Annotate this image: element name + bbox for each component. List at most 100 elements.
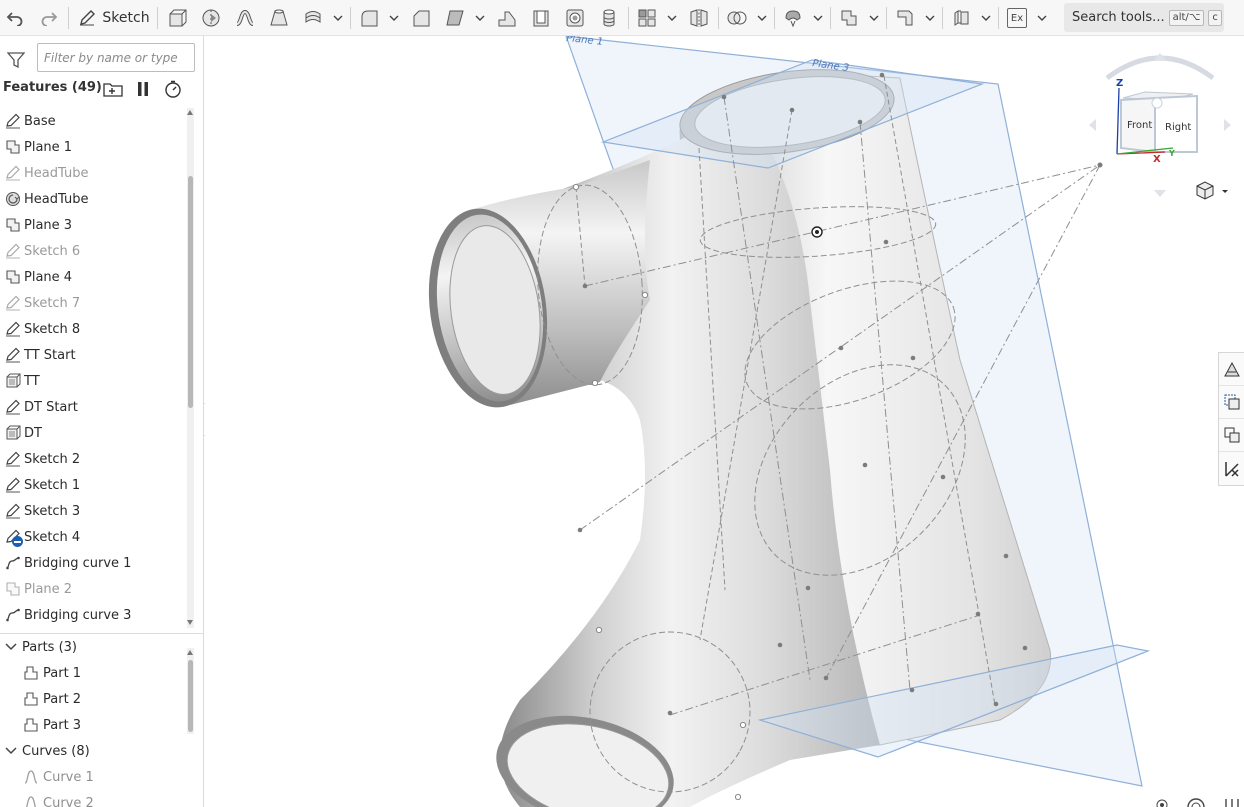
redo-button[interactable] bbox=[38, 6, 60, 30]
dropdown-caret[interactable] bbox=[332, 6, 344, 30]
section-view-button[interactable] bbox=[1219, 386, 1244, 419]
list-item[interactable]: Part 3 bbox=[0, 712, 186, 738]
cylinder-tool[interactable] bbox=[598, 6, 620, 30]
chevron-down-icon[interactable] bbox=[4, 747, 18, 755]
explode-view-button[interactable] bbox=[1219, 419, 1244, 452]
feature-item[interactable]: DT Start bbox=[0, 394, 186, 420]
list-item[interactable]: Curve 1 bbox=[0, 764, 186, 790]
feature-item[interactable]: Bridging curve 3 bbox=[0, 602, 186, 628]
dropdown-caret[interactable] bbox=[474, 6, 486, 30]
extrude-tool[interactable] bbox=[166, 6, 188, 30]
part-icon bbox=[23, 665, 39, 681]
coordinate-icon[interactable] bbox=[1156, 799, 1168, 807]
hole-tool[interactable] bbox=[564, 6, 586, 30]
grid-icon[interactable] bbox=[1225, 799, 1239, 807]
search-tools-button[interactable]: Search tools... alt/⌥ c bbox=[1064, 3, 1224, 32]
dropdown-caret[interactable] bbox=[388, 6, 400, 30]
boolean-tool[interactable] bbox=[726, 6, 748, 30]
view-down-arrow[interactable] bbox=[1154, 190, 1166, 197]
sweep-tool[interactable] bbox=[234, 6, 256, 30]
feature-item[interactable]: DT bbox=[0, 420, 186, 446]
add-folder-button[interactable] bbox=[103, 80, 123, 98]
timer-button[interactable] bbox=[163, 80, 183, 98]
feature-item[interactable]: TT bbox=[0, 368, 186, 394]
revolve-tool[interactable] bbox=[200, 6, 222, 30]
feature-item[interactable]: HeadTube bbox=[0, 160, 186, 186]
rotate-arrow-icon[interactable] bbox=[1105, 55, 1215, 80]
parts-list-scrollbar[interactable] bbox=[187, 648, 194, 734]
plane-tool[interactable] bbox=[838, 6, 860, 30]
mirror-tool[interactable] bbox=[688, 6, 710, 30]
scroll-up-icon[interactable] bbox=[187, 110, 194, 116]
dropdown-caret[interactable] bbox=[666, 6, 678, 30]
view-options-button[interactable] bbox=[1196, 181, 1228, 200]
orbit-icon[interactable] bbox=[1187, 798, 1205, 807]
fillet-tool[interactable] bbox=[358, 6, 380, 30]
curve-icon bbox=[4, 607, 22, 623]
feature-item[interactable]: Base bbox=[0, 108, 186, 134]
dropdown-caret[interactable] bbox=[1036, 6, 1048, 30]
rollback-pause-button[interactable] bbox=[133, 80, 153, 98]
rib-tool[interactable] bbox=[496, 6, 518, 30]
view-left-arrow[interactable] bbox=[1089, 119, 1096, 131]
shell-tool[interactable] bbox=[530, 6, 552, 30]
sketch-button[interactable]: Sketch bbox=[76, 6, 152, 30]
scroll-down-icon[interactable] bbox=[187, 620, 194, 626]
feature-item[interactable]: Plane 2 bbox=[0, 576, 186, 602]
undo-button[interactable] bbox=[4, 6, 26, 30]
chevron-down-icon[interactable] bbox=[4, 643, 18, 651]
dropdown-caret[interactable] bbox=[924, 6, 936, 30]
feature-item[interactable]: Sketch 7 bbox=[0, 290, 186, 316]
boolean-icon bbox=[727, 11, 747, 25]
render-mode-button[interactable] bbox=[1219, 353, 1244, 386]
thicken-tool[interactable] bbox=[302, 6, 324, 30]
feature-item[interactable]: Plane 4 bbox=[0, 264, 186, 290]
curves-group-header[interactable]: Curves (8) bbox=[0, 738, 186, 764]
feature-item[interactable]: Bridging curve 1 bbox=[0, 550, 186, 576]
chevron-down-icon bbox=[813, 15, 823, 21]
feature-item[interactable]: Sketch 6 bbox=[0, 238, 186, 264]
right-toolstrip bbox=[1218, 352, 1244, 486]
frame-tool[interactable] bbox=[950, 6, 972, 30]
feature-item[interactable]: TT Start bbox=[0, 342, 186, 368]
parts-list: Parts (3) Part 1 Part 2 Part 3 Curves (8… bbox=[0, 634, 186, 807]
feature-item[interactable]: Sketch 4 bbox=[0, 524, 186, 550]
pivot-point[interactable] bbox=[811, 226, 823, 238]
dropdown-caret[interactable] bbox=[980, 6, 992, 30]
feature-item[interactable]: Plane 3 bbox=[0, 212, 186, 238]
feature-item[interactable]: Sketch 1 bbox=[0, 472, 186, 498]
features-header-actions bbox=[103, 80, 183, 98]
feature-item[interactable]: Sketch 2 bbox=[0, 446, 186, 472]
filter-icon[interactable] bbox=[6, 52, 26, 72]
feature-item[interactable]: Sketch 3 bbox=[0, 498, 186, 524]
revolve-icon bbox=[202, 9, 220, 27]
feature-item[interactable]: HeadTube bbox=[0, 186, 186, 212]
draft-tool[interactable] bbox=[444, 6, 466, 30]
filter-input[interactable] bbox=[37, 43, 195, 72]
feature-item[interactable]: Plane 1 bbox=[0, 134, 186, 160]
dropdown-caret[interactable] bbox=[868, 6, 880, 30]
pattern-tool[interactable] bbox=[636, 6, 658, 30]
list-item[interactable]: Part 2 bbox=[0, 686, 186, 712]
feature-list-scrollbar[interactable] bbox=[187, 108, 194, 628]
dropdown-caret[interactable] bbox=[756, 6, 768, 30]
feature-item[interactable]: Sketch 8 bbox=[0, 316, 186, 342]
view-right-arrow[interactable] bbox=[1224, 119, 1231, 131]
toolbar-divider bbox=[157, 7, 158, 29]
transform-tool[interactable] bbox=[782, 6, 804, 30]
custom-feature-button[interactable]: Ex bbox=[1006, 6, 1028, 30]
sketch-label: Sketch bbox=[102, 10, 150, 26]
measure-button[interactable] bbox=[1219, 452, 1244, 485]
sheet-metal-tool[interactable] bbox=[894, 6, 916, 30]
loft-tool[interactable] bbox=[268, 6, 290, 30]
parts-group-header[interactable]: Parts (3) bbox=[0, 634, 186, 660]
sketch-icon bbox=[4, 399, 22, 415]
scroll-up-icon[interactable] bbox=[187, 650, 194, 656]
dropdown-caret[interactable] bbox=[812, 6, 824, 30]
chamfer-tool[interactable] bbox=[410, 6, 432, 30]
scroll-thumb[interactable] bbox=[188, 660, 193, 732]
list-item[interactable]: Part 1 bbox=[0, 660, 186, 686]
view-cube[interactable]: Front Right Z X Y bbox=[1085, 48, 1235, 208]
scroll-thumb[interactable] bbox=[188, 176, 193, 408]
list-item[interactable]: Curve 2 bbox=[0, 790, 186, 807]
